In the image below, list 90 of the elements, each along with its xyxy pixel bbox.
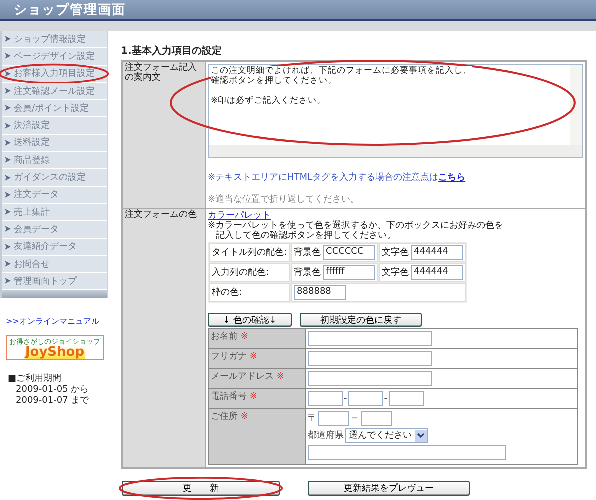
- chevron-icon: [5, 70, 11, 77]
- chevron-icon: [5, 88, 11, 94]
- sidebar-item[interactable]: 注文確認メール設定: [2, 82, 107, 100]
- color-input[interactable]: 888888: [294, 285, 346, 300]
- required-mark: ※: [250, 392, 258, 402]
- preview-label: メールアドレス ※: [208, 368, 306, 388]
- field-label: 文字色: [382, 248, 410, 258]
- field-label: 背景色: [294, 248, 322, 258]
- postal-sign: 〒: [308, 413, 317, 425]
- row-label: 注文フォームの色: [122, 208, 206, 468]
- input-field[interactable]: [360, 411, 392, 426]
- input-field[interactable]: [308, 351, 432, 366]
- here-link[interactable]: こちら: [438, 173, 466, 183]
- input-field[interactable]: [318, 411, 349, 426]
- separator: -: [344, 394, 348, 404]
- sidebar-item[interactable]: お問合せ: [2, 256, 107, 274]
- logo-name: JoyShop: [25, 346, 85, 360]
- required-mark: ※: [240, 412, 248, 422]
- input-field[interactable]: [308, 391, 343, 406]
- field-label: 背景色: [294, 268, 322, 278]
- input-field[interactable]: [308, 371, 432, 386]
- chevron-icon: [5, 53, 11, 60]
- separator: -: [384, 394, 388, 404]
- chevron-icon: [5, 261, 11, 267]
- dropdown-icon: [415, 430, 427, 442]
- input-field[interactable]: [348, 391, 384, 406]
- period-title: ■ご利用期間: [8, 374, 63, 385]
- wrap-hint: ※適当な位置で折り返してください。: [208, 194, 361, 206]
- required-mark: ※: [250, 352, 258, 362]
- sidebar-item[interactable]: 会員データ: [2, 221, 107, 239]
- chevron-icon: [5, 174, 11, 181]
- sidebar-item[interactable]: お客様入力項目設定: [2, 66, 107, 83]
- chevron-icon: [5, 226, 11, 232]
- input-field[interactable]: [308, 331, 432, 346]
- field-label: 文字色: [382, 268, 410, 278]
- color-label: 入力列の配色:: [209, 263, 290, 282]
- sidebar-item[interactable]: 売上集計: [2, 204, 107, 222]
- sidebar-item[interactable]: ページデザイン設定: [2, 48, 107, 66]
- chevron-icon: [5, 36, 11, 42]
- required-mark: ※: [276, 372, 284, 382]
- color-button[interactable]: ↓ 色の確認↓: [208, 313, 292, 327]
- page-title: ショップ管理画面: [14, 2, 126, 18]
- submit-button[interactable]: 更新結果をプレヴュー: [308, 481, 470, 496]
- color-input[interactable]: 444444: [411, 265, 464, 280]
- color-input[interactable]: ffffff: [323, 265, 376, 280]
- preview-label: ご住所 ※: [208, 408, 306, 464]
- textarea-text: この注文明細でよければ、下記のフォームに必要事項を記入し、: [211, 66, 472, 76]
- guide-textarea[interactable]: この注文明細でよければ、下記のフォームに必要事項を記入し、 確認ボタンを押してください。 ※印は必ずご記入ください。: [208, 64, 583, 158]
- period-date: 2009-01-07 まで: [15, 396, 90, 408]
- period-date: 2009-01-05 から: [15, 385, 90, 396]
- chevron-icon: [5, 105, 11, 112]
- palette-link[interactable]: カラーパレット: [208, 211, 583, 221]
- prefecture-select[interactable]: 選んでください: [345, 428, 428, 443]
- color-instruction: ※カラーパレットを使って色を選択するか、下のボックスにお好みの色を 記入して色の確認ボタンを押してください。: [208, 221, 505, 241]
- color-label: タイトル列の配色:: [209, 243, 290, 262]
- required-mark: ※: [240, 332, 248, 342]
- sidebar-item[interactable]: ガイダンスの設定: [2, 169, 107, 187]
- submit-button[interactable]: 更 新: [122, 481, 280, 496]
- color-input[interactable]: CCCCCC: [323, 245, 376, 260]
- color-label: 枠の色:: [209, 283, 290, 302]
- preview-label: フリガナ ※: [208, 348, 306, 368]
- sidebar-item[interactable]: 管理画面トップ: [2, 273, 107, 290]
- sidebar-item[interactable]: ショップ情報設定: [2, 31, 107, 48]
- chevron-icon: [5, 192, 11, 198]
- sidebar-item[interactable]: 注文データ: [2, 186, 107, 204]
- chevron-icon: [5, 122, 11, 129]
- prefecture-label: 都道府県: [308, 430, 344, 442]
- chevron-icon: [5, 278, 11, 284]
- chevron-icon: [5, 157, 11, 164]
- sidebar-item[interactable]: 友達紹介データ: [2, 238, 107, 256]
- sidebar-item[interactable]: 送料設定: [2, 134, 107, 152]
- scrollbar[interactable]: [209, 145, 582, 157]
- section-title: 1.基本入力項目の設定: [121, 44, 223, 58]
- separator: −: [351, 414, 359, 424]
- chevron-icon: [5, 140, 11, 146]
- scrollbar[interactable]: [570, 65, 582, 145]
- input-field[interactable]: [388, 391, 424, 406]
- manual-link[interactable]: >>オンラインマニュアル: [6, 316, 108, 328]
- chevron-icon: [5, 209, 11, 216]
- input-field[interactable]: [308, 445, 506, 460]
- preview-label: 電話番号 ※: [208, 388, 306, 408]
- color-button[interactable]: 初期設定の色に戻す: [300, 313, 422, 327]
- preview-label: お名前 ※: [208, 328, 306, 348]
- sidebar-item[interactable]: 決済設定: [2, 117, 107, 135]
- row-label: 注文フォーム記入の案内文: [122, 61, 206, 208]
- html-note: ※テキストエリアにHTMLタグを入力する場合の注意点はこちら: [208, 172, 467, 184]
- sidebar-item[interactable]: 商品登録: [2, 152, 107, 170]
- color-input[interactable]: 444444: [411, 245, 464, 260]
- chevron-icon: [5, 244, 11, 250]
- sidebar-item[interactable]: 会員/ポイント設定: [2, 100, 107, 118]
